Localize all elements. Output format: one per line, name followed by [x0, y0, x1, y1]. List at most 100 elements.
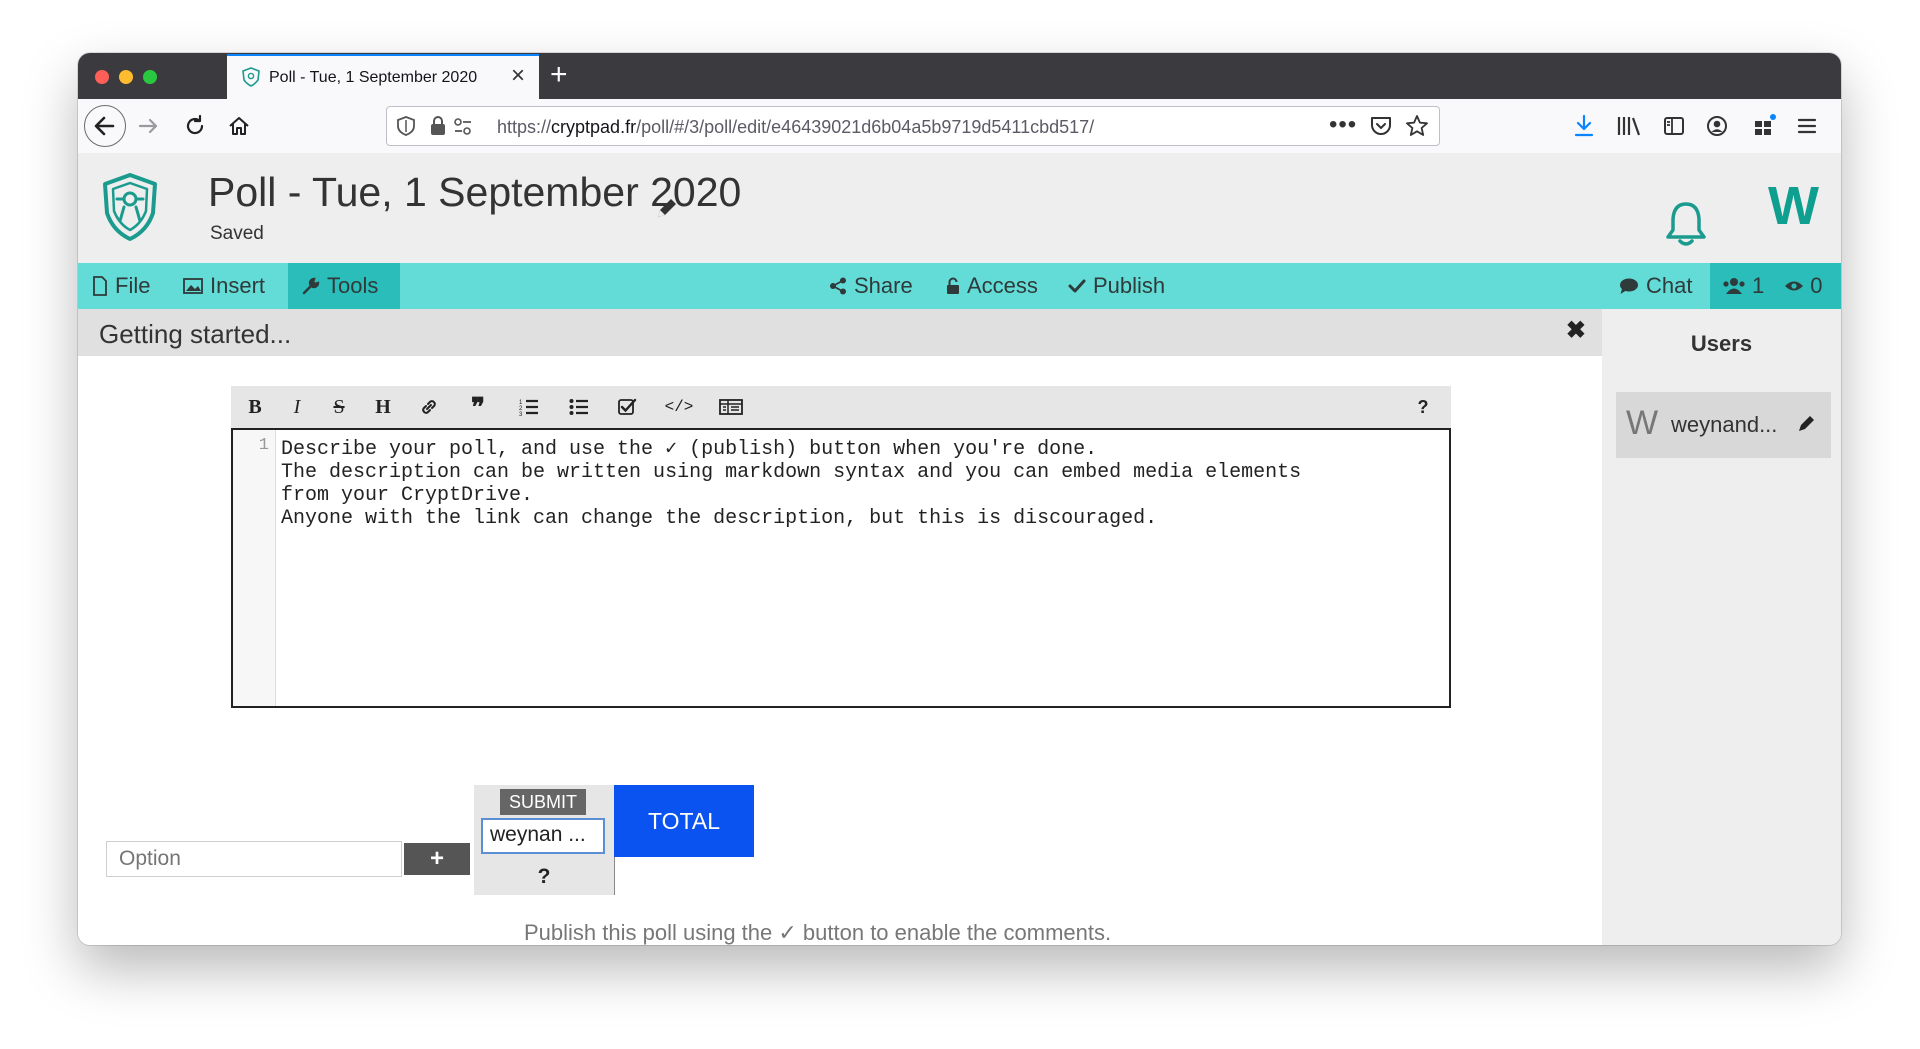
- markdown-toolbar: B I S H ❞ 1 2 3 </> ?: [231, 386, 1451, 428]
- url-prefix: https://: [497, 117, 552, 137]
- ordered-list-icon[interactable]: 1 2 3: [511, 386, 547, 428]
- page-actions-icon[interactable]: •••: [1329, 111, 1357, 139]
- user-name-input[interactable]: weynan ...: [481, 818, 605, 854]
- file-menu-button[interactable]: File: [86, 263, 156, 309]
- app-toolbar: File Insert Tools Share Access Publish C…: [78, 263, 1841, 309]
- poll-content: Getting started... ✖ B I S H ❞ 1 2 3 </>…: [78, 309, 1602, 945]
- check-icon: [1068, 279, 1086, 293]
- url-text[interactable]: https://cryptpad.fr/poll/#/3/poll/edit/e…: [497, 117, 1094, 138]
- file-icon: [93, 276, 107, 296]
- user-name: weynand...: [1671, 412, 1778, 437]
- edit-pencil-icon[interactable]: [1796, 412, 1818, 434]
- svg-text:3: 3: [519, 412, 523, 416]
- wrench-icon: [302, 277, 320, 295]
- url-bar[interactable]: https://cryptpad.fr/poll/#/3/poll/edit/e…: [386, 106, 1440, 146]
- permissions-icon[interactable]: [453, 118, 473, 136]
- user-avatar-initial[interactable]: W: [1768, 175, 1819, 237]
- zoom-window-button[interactable]: [143, 70, 157, 84]
- comments-disabled-note: Publish this poll using the ✓ button to …: [524, 920, 1112, 945]
- new-tab-button[interactable]: +: [550, 58, 568, 92]
- tools-menu-button[interactable]: Tools: [288, 263, 400, 309]
- library-icon[interactable]: [1616, 114, 1642, 138]
- pocket-icon[interactable]: [1369, 115, 1393, 137]
- quote-icon[interactable]: ❞: [460, 386, 496, 428]
- insert-menu-button[interactable]: Insert: [177, 263, 271, 309]
- link-glyph: [422, 400, 436, 414]
- file-menu-label: File: [115, 273, 151, 298]
- userlist-button[interactable]: 1 0: [1710, 263, 1841, 309]
- account-icon[interactable]: [1705, 114, 1729, 138]
- home-icon: [229, 117, 249, 135]
- italic-icon[interactable]: I: [279, 386, 315, 428]
- submit-button[interactable]: SUBMIT: [500, 789, 586, 815]
- cryptpad-favicon-icon: [242, 67, 260, 87]
- sidebar-icon[interactable]: [1662, 114, 1686, 138]
- close-banner-icon[interactable]: ✖: [1566, 316, 1586, 345]
- close-window-button[interactable]: [95, 70, 109, 84]
- reload-button[interactable]: [182, 113, 208, 139]
- nav-bar: https://cryptpad.fr/poll/#/3/poll/edit/e…: [78, 99, 1841, 154]
- table-icon[interactable]: [713, 386, 749, 428]
- cryptpad-logo-icon[interactable]: [100, 171, 160, 243]
- bullet-list-icon[interactable]: [561, 386, 597, 428]
- table-glyph: [719, 399, 743, 415]
- publish-label: Publish: [1093, 273, 1166, 298]
- url-path: /poll/#/3/poll/edit/e46439021d6b04a5b971…: [636, 117, 1095, 137]
- browser-tab[interactable]: Poll - Tue, 1 September 2020 ×: [227, 54, 539, 99]
- add-option-button[interactable]: +: [404, 843, 470, 875]
- getting-started-banner: Getting started... ✖: [78, 309, 1602, 356]
- checklist-icon[interactable]: [609, 386, 645, 428]
- users-sidebar: Users W weynand...: [1602, 309, 1841, 945]
- strikethrough-icon[interactable]: S: [321, 386, 357, 428]
- new-option-input[interactable]: [106, 841, 402, 877]
- download-icon[interactable]: [1572, 114, 1596, 138]
- arrow-right-icon: [138, 118, 158, 134]
- tab-strip: Poll - Tue, 1 September 2020 × +: [78, 53, 1841, 99]
- users-sidebar-title: Users: [1690, 331, 1753, 356]
- description-editor[interactable]: 1 Describe your poll, and use the ✓ (pub…: [231, 428, 1451, 708]
- link-icon[interactable]: [411, 386, 447, 428]
- markdown-help-button[interactable]: ?: [1405, 386, 1441, 428]
- chat-label: Chat: [1646, 273, 1693, 298]
- heading-icon[interactable]: H: [365, 386, 401, 428]
- back-button[interactable]: [84, 105, 126, 147]
- description-text[interactable]: Describe your poll, and use the ✓ (publi…: [281, 438, 1301, 530]
- menu-icon[interactable]: [1795, 114, 1819, 138]
- avatar: W: [1626, 404, 1659, 442]
- unlock-icon: [947, 277, 959, 294]
- viewers-count: 0: [1810, 273, 1823, 298]
- browser-window: Poll - Tue, 1 September 2020 × + https:/…: [78, 53, 1841, 945]
- minimize-window-button[interactable]: [119, 70, 133, 84]
- image-icon: [183, 278, 203, 294]
- code-icon[interactable]: </>: [661, 386, 697, 428]
- bookmark-star-icon[interactable]: [1405, 114, 1429, 138]
- user-entry[interactable]: W weynand...: [1616, 392, 1831, 458]
- eye-icon: [1785, 281, 1804, 291]
- users-count: 1: [1752, 273, 1765, 298]
- home-button[interactable]: [226, 113, 252, 139]
- tab-title: Poll - Tue, 1 September 2020: [269, 69, 478, 86]
- share-button[interactable]: Share: [823, 263, 919, 309]
- arrow-left-icon: [94, 116, 115, 136]
- tab-close-icon[interactable]: ×: [511, 63, 525, 89]
- checklist-glyph: [618, 398, 637, 415]
- share-label: Share: [854, 273, 913, 298]
- insert-menu-label: Insert: [210, 273, 266, 298]
- bold-icon[interactable]: B: [237, 386, 273, 428]
- line-gutter: 1: [233, 430, 276, 706]
- users-icon: [1723, 278, 1745, 294]
- chat-button[interactable]: Chat: [1613, 263, 1698, 309]
- extensions-icon[interactable]: [1752, 112, 1778, 138]
- user-column: SUBMIT weynan ... ?: [474, 785, 615, 895]
- access-label: Access: [967, 273, 1038, 298]
- lock-icon[interactable]: [429, 116, 447, 136]
- pencil-icon[interactable]: [654, 195, 680, 221]
- bell-icon[interactable]: [1662, 199, 1710, 249]
- publish-button[interactable]: Publish: [1062, 263, 1171, 309]
- forward-button[interactable]: [136, 113, 162, 139]
- option-vote-cell[interactable]: ?: [474, 865, 614, 889]
- access-button[interactable]: Access: [940, 263, 1044, 309]
- tools-menu-label: Tools: [327, 273, 379, 298]
- tracking-shield-icon[interactable]: [395, 115, 417, 137]
- app-header: Poll - Tue, 1 September 2020 Saved W: [78, 153, 1841, 263]
